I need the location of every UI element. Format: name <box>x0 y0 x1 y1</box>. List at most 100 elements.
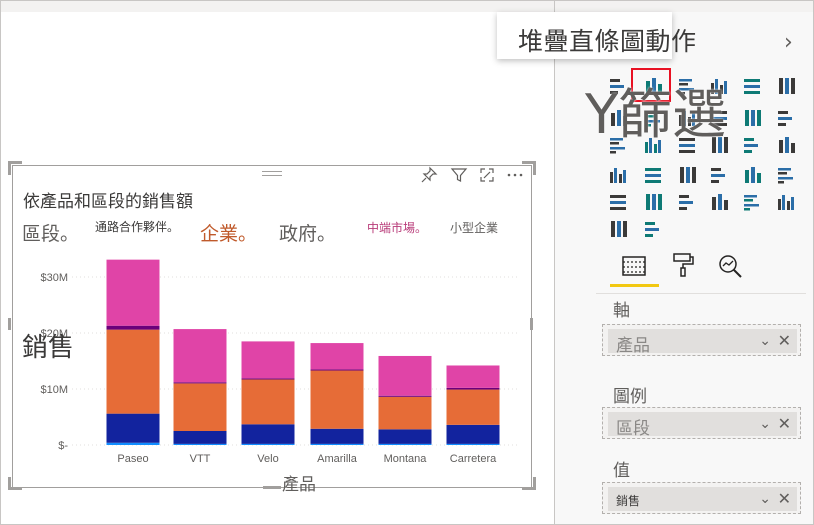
resize-handle-top-right[interactable] <box>533 161 536 175</box>
axis-well-label: 軸 <box>613 301 630 321</box>
axis-field-name: 產品 <box>616 336 650 356</box>
line-clustered-column-chart-icon[interactable] <box>741 107 763 129</box>
bar-segment[interactable] <box>378 443 432 445</box>
x-tick-label: VTT <box>190 453 211 465</box>
more-options-icon[interactable] <box>505 165 525 185</box>
100-percent-column-chart-icon[interactable] <box>775 75 797 97</box>
pin-icon[interactable] <box>419 165 439 185</box>
bar-segment[interactable] <box>310 343 364 370</box>
bar-segment[interactable] <box>241 443 295 445</box>
bar-segment[interactable] <box>173 329 227 383</box>
resize-handle-bottom[interactable] <box>263 486 281 489</box>
arcgis-map-icon[interactable] <box>607 218 629 240</box>
bar-segment[interactable] <box>241 424 295 444</box>
overlay-filter-text: Y篩選 <box>585 83 726 146</box>
drag-grip-line[interactable] <box>262 175 282 176</box>
bar-segment[interactable] <box>446 365 500 388</box>
bar-segment[interactable] <box>446 389 500 425</box>
multi-row-card-icon[interactable] <box>741 164 763 186</box>
bar-segment[interactable] <box>378 395 432 397</box>
x-tick-label: Velo <box>257 453 278 465</box>
bar-segment[interactable] <box>446 424 500 444</box>
qna-icon[interactable] <box>775 191 797 213</box>
bar-segment[interactable] <box>106 442 160 445</box>
filled-map-icon[interactable] <box>642 164 664 186</box>
card-icon[interactable] <box>708 164 730 186</box>
bar-segment[interactable] <box>446 443 500 445</box>
bar-segment[interactable] <box>446 387 500 390</box>
map-icon[interactable] <box>607 164 629 186</box>
analytics-magnifier-icon[interactable] <box>716 252 744 280</box>
resize-handle-top-left[interactable] <box>8 161 11 175</box>
legend-well-label: 圖例 <box>613 387 647 407</box>
bar-segment[interactable] <box>310 443 364 445</box>
decomposition-tree-icon[interactable] <box>741 191 763 213</box>
x-tick-label: Amarilla <box>317 453 358 465</box>
chevron-down-icon[interactable]: ⌄ <box>759 491 771 507</box>
format-paint-roller-icon[interactable] <box>670 251 696 279</box>
legend-field-pill[interactable]: 區段 ⌄ ✕ <box>608 412 797 439</box>
legend-item-enterprise[interactable]: 企業。 <box>200 219 257 246</box>
y-tick-label: $10M <box>40 384 68 396</box>
matrix-icon[interactable] <box>676 191 698 213</box>
bar-segment[interactable] <box>241 379 295 425</box>
kpi-icon[interactable] <box>775 164 797 186</box>
bar-segment[interactable] <box>241 378 295 380</box>
gauge-icon[interactable] <box>676 164 698 186</box>
legend-item-government[interactable]: 政府。 <box>279 219 336 246</box>
y-axis-overlay-label: 銷售 <box>22 333 75 363</box>
chart-title: 依產品和區段的銷售額 <box>23 192 193 212</box>
chevron-down-icon[interactable]: ⌄ <box>759 333 771 349</box>
bar-segment[interactable] <box>378 396 432 430</box>
legend-item-midmarket[interactable]: 中端市場。 <box>367 219 427 236</box>
remove-field-icon[interactable]: ✕ <box>778 489 791 508</box>
bar-segment[interactable] <box>106 259 160 326</box>
canvas-top-band <box>1 1 554 12</box>
pane-separator <box>596 293 806 294</box>
axis-well[interactable]: 產品 ⌄ ✕ <box>602 324 801 356</box>
axis-field-pill[interactable]: 產品 ⌄ ✕ <box>608 329 797 356</box>
donut-chart-icon[interactable] <box>741 134 763 156</box>
resize-handle-bottom-left[interactable] <box>8 477 11 490</box>
fields-tab-icon[interactable] <box>620 253 648 279</box>
values-well[interactable]: 銷售 ⌄ ✕ <box>602 482 801 514</box>
bar-segment[interactable] <box>173 383 227 431</box>
x-axis-title: 產品 <box>282 475 316 495</box>
bar-segment[interactable] <box>378 355 432 396</box>
chart-plot-area: $-$10M$20M$30MPaseo VTT Velo Amarilla Montan… <box>40 259 520 465</box>
legend-item-small-business[interactable]: 小型企業 <box>450 219 498 236</box>
y-tick-label: $30M <box>40 272 68 284</box>
pane-divider <box>554 0 555 525</box>
bar-segment[interactable] <box>173 443 227 445</box>
bar-segment[interactable] <box>173 382 227 384</box>
slicer-icon[interactable] <box>607 191 629 213</box>
legend-title: 區段。 <box>22 223 80 245</box>
resize-handle-bottom-right[interactable] <box>533 477 536 490</box>
values-well-label: 值 <box>613 461 630 481</box>
focus-mode-icon[interactable] <box>477 165 497 185</box>
chevron-right-icon[interactable]: › <box>784 30 793 55</box>
bar-segment[interactable] <box>310 370 364 429</box>
bar-segment[interactable] <box>241 341 295 379</box>
legend-item-channel-partners[interactable]: 通路合作夥伴。 <box>95 218 179 235</box>
bar-segment[interactable] <box>310 428 364 444</box>
more-visuals-icon[interactable] <box>642 218 664 240</box>
values-field-pill[interactable]: 銷售 ⌄ ✕ <box>608 487 797 511</box>
filter-icon[interactable] <box>449 165 469 185</box>
treemap-icon[interactable] <box>775 134 797 156</box>
remove-field-icon[interactable]: ✕ <box>778 414 791 433</box>
key-influencers-icon[interactable] <box>708 191 730 213</box>
bar-segment[interactable] <box>106 413 160 443</box>
ribbon-chart-icon[interactable] <box>775 107 797 129</box>
legend-well[interactable]: 區段 ⌄ ✕ <box>602 407 801 439</box>
100-percent-bar-chart-icon[interactable] <box>741 75 763 97</box>
table-icon[interactable] <box>642 191 664 213</box>
bar-segment[interactable] <box>173 431 227 444</box>
drag-grip-line[interactable] <box>262 171 282 172</box>
bar-segment[interactable] <box>106 325 160 330</box>
bar-segment[interactable] <box>378 429 432 444</box>
remove-field-icon[interactable]: ✕ <box>778 331 791 350</box>
chevron-down-icon[interactable]: ⌄ <box>759 416 771 432</box>
bar-segment[interactable] <box>106 329 160 414</box>
bar-segment[interactable] <box>310 369 364 371</box>
